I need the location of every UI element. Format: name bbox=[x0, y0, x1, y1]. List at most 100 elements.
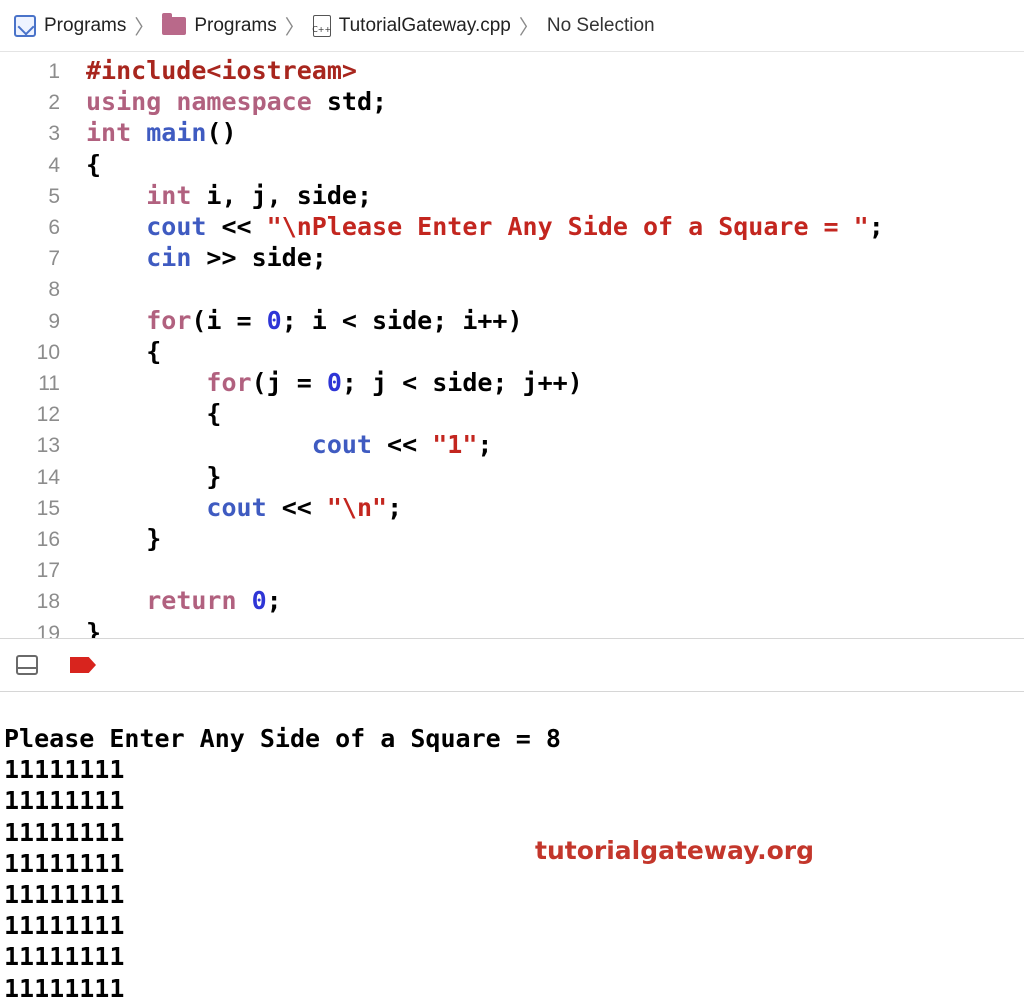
code-text: { bbox=[86, 399, 221, 428]
breadcrumb-selection-label: No Selection bbox=[546, 14, 655, 36]
line-number: 2 bbox=[48, 91, 60, 115]
line-number: 8 bbox=[48, 278, 60, 302]
line-number: 9 bbox=[48, 309, 60, 333]
console-line: 11111111 bbox=[4, 911, 125, 941]
code-line[interactable]: 2 using namespace std; bbox=[0, 87, 1024, 118]
code-token: return bbox=[146, 586, 237, 616]
code-token: cin bbox=[146, 243, 192, 273]
code-token: } bbox=[86, 524, 162, 553]
code-token: { bbox=[86, 399, 222, 429]
code-line[interactable]: 17 bbox=[0, 555, 1024, 586]
line-number: 3 bbox=[48, 122, 60, 146]
code-text: { bbox=[86, 337, 161, 366]
code-line[interactable]: 9 for(i = 0; i < side; i++) bbox=[0, 306, 1024, 337]
code-line[interactable]: 16 } bbox=[0, 524, 1024, 555]
code-token: cout bbox=[311, 430, 372, 460]
code-token: ; bbox=[387, 492, 403, 522]
code-token: i, j, side; bbox=[191, 180, 372, 210]
line-number: 16 bbox=[36, 528, 60, 551]
code-line[interactable]: 6 cout << "\nPlease Enter Any Side of a … bbox=[0, 212, 1024, 243]
code-line[interactable]: 15 cout << "\n"; bbox=[0, 493, 1024, 524]
line-number: 13 bbox=[36, 434, 60, 458]
code-token: >> side; bbox=[191, 243, 327, 273]
line-number: 19 bbox=[36, 621, 60, 638]
code-token: 0 bbox=[326, 368, 342, 397]
code-token: () bbox=[206, 118, 237, 148]
code-line[interactable]: 14 } bbox=[0, 462, 1024, 493]
line-number: 1 bbox=[48, 60, 60, 83]
code-editor[interactable]: 1 #include<iostream> 2 using namespace std;… bbox=[0, 54, 1024, 638]
code-token: cout bbox=[146, 212, 207, 241]
code-token: ; bbox=[477, 430, 493, 460]
line-number: 17 bbox=[36, 559, 60, 583]
code-token: << bbox=[206, 212, 267, 241]
code-token: int bbox=[86, 118, 132, 148]
console-line: 11111111 bbox=[4, 848, 125, 878]
code-token: << bbox=[266, 492, 327, 522]
code-line[interactable]: 19} bbox=[0, 618, 1024, 638]
code-token: } bbox=[86, 617, 102, 638]
breadcrumb-project[interactable]: Programs bbox=[14, 14, 126, 37]
code-token: ; bbox=[868, 212, 884, 241]
code-token: std; bbox=[311, 87, 388, 117]
code-line[interactable]: 11 for(j = 0; j < side; j++) bbox=[0, 368, 1024, 399]
code-token: namespace bbox=[176, 87, 312, 117]
code-line[interactable]: 4{ bbox=[0, 150, 1024, 181]
code-text: } bbox=[86, 618, 101, 638]
console-line: 11111111 bbox=[4, 880, 125, 909]
hide-debug-area-icon[interactable] bbox=[16, 655, 38, 675]
code-token: (i = bbox=[191, 305, 267, 335]
chevron-right-icon: 〉 bbox=[284, 17, 305, 39]
code-text: for(j = 0; j < side; j++) bbox=[86, 368, 582, 397]
code-token: 0 bbox=[266, 305, 282, 335]
code-text: using namespace std; bbox=[86, 87, 387, 116]
debug-bar bbox=[0, 638, 1024, 692]
code-token: << bbox=[372, 430, 433, 460]
code-text: for(i = 0; i < side; i++) bbox=[86, 305, 523, 335]
code-token: } bbox=[86, 461, 222, 491]
breadcrumb-selection[interactable]: No Selection bbox=[547, 15, 655, 37]
chevron-right-icon: 〉 bbox=[518, 17, 539, 39]
console-line: 11111111 bbox=[4, 973, 125, 1002]
jump-bar: Programs 〉 Programs 〉 C++ TutorialGatewa… bbox=[0, 0, 1024, 52]
code-token: #include<iostream> bbox=[86, 56, 357, 85]
console-line: Please Enter Any Side of a Square = 8 bbox=[4, 724, 561, 753]
code-line[interactable]: 8 bbox=[0, 274, 1024, 305]
code-line[interactable]: 7 cin >> side; bbox=[0, 243, 1024, 274]
code-token: for bbox=[206, 368, 252, 397]
line-number: 11 bbox=[38, 372, 60, 395]
console-output[interactable]: Please Enter Any Side of a Square = 8 111… bbox=[0, 691, 1024, 1002]
chevron-right-icon: 〉 bbox=[134, 17, 155, 39]
code-line[interactable]: 18 return 0; bbox=[0, 586, 1024, 617]
code-line[interactable]: 13 cout << "1"; bbox=[0, 430, 1024, 461]
breakpoints-toggle-icon[interactable] bbox=[70, 657, 96, 673]
console-line: 11111111 bbox=[4, 786, 125, 816]
line-number: 4 bbox=[48, 153, 60, 177]
code-token: { bbox=[86, 336, 162, 366]
code-token: ; i < side; i++) bbox=[281, 305, 523, 335]
cpp-file-icon: C++ bbox=[312, 14, 331, 37]
line-number: 7 bbox=[48, 247, 60, 271]
code-line[interactable]: 3 int main() bbox=[0, 118, 1024, 149]
code-token: using bbox=[86, 87, 162, 117]
breadcrumb-folder[interactable]: Programs bbox=[162, 12, 277, 37]
code-line[interactable]: 1 #include<iostream> bbox=[0, 56, 1024, 87]
console-line: 11111111 bbox=[4, 755, 125, 785]
code-line[interactable]: 12 { bbox=[0, 399, 1024, 430]
breadcrumb-file[interactable]: C++ TutorialGateway.cpp bbox=[312, 14, 511, 37]
code-line[interactable]: 10 { bbox=[0, 337, 1024, 368]
code-token: (j = bbox=[251, 368, 327, 397]
code-line[interactable]: 5 int i, j, side; bbox=[0, 181, 1024, 212]
code-text: int main() bbox=[86, 118, 237, 147]
code-text: int i, j, side; bbox=[86, 181, 372, 210]
console-line: 11111111 bbox=[4, 817, 125, 847]
breadcrumb-file-label: TutorialGateway.cpp bbox=[338, 14, 511, 36]
